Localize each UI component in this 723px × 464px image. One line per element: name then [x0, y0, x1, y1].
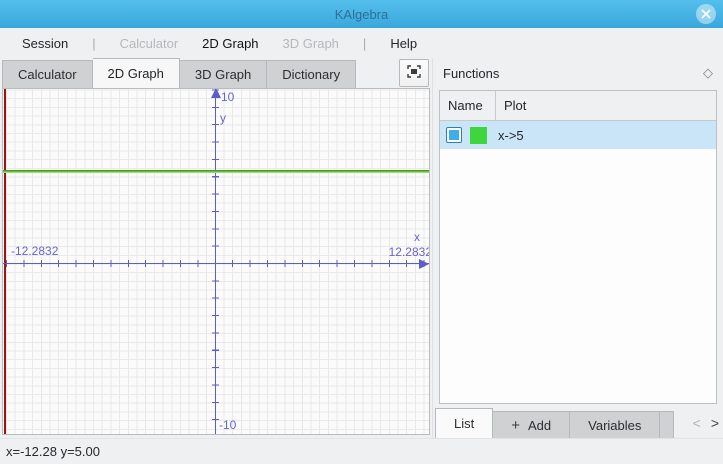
window-title: KAlgebra — [335, 7, 388, 22]
function-expression: x->5 — [498, 128, 524, 143]
functions-panel-header: Functions ◇ — [433, 58, 723, 88]
dock-float-icon[interactable]: ◇ — [703, 65, 713, 81]
menu-help[interactable]: Help — [378, 36, 429, 51]
functions-panel: Functions ◇ Name Plot x->5 List + Add — [432, 58, 723, 438]
graph-pane: Calculator 2D Graph 3D Graph Dictionary — [0, 58, 432, 438]
main-content: Calculator 2D Graph 3D Graph Dictionary — [0, 58, 723, 438]
x-axis-arrow-icon — [419, 259, 429, 269]
y-min-label: -10 — [219, 418, 236, 432]
menu-calculator[interactable]: Calculator — [108, 36, 191, 51]
column-header-plot[interactable]: Plot — [496, 98, 534, 113]
tab-dictionary[interactable]: Dictionary — [267, 60, 356, 88]
fullscreen-icon — [407, 65, 421, 81]
x-axis — [3, 263, 429, 264]
column-header-name[interactable]: Name — [440, 91, 496, 120]
graph-canvas[interactable]: 10 y -10 -12.2832 x 12.2832 — [2, 88, 430, 435]
scroll-right-icon[interactable]: > — [711, 415, 719, 431]
tab-add[interactable]: + Add — [493, 411, 570, 438]
tab-list[interactable]: List — [435, 408, 493, 438]
functions-tab-bar: List + Add Variables < > — [433, 408, 723, 438]
menu-separator: | — [351, 36, 378, 51]
menu-separator: | — [80, 36, 107, 51]
functions-table-header: Name Plot — [440, 91, 716, 121]
y-axis-arrow-icon — [211, 88, 221, 98]
function-color-swatch[interactable] — [470, 127, 487, 144]
menu-3d-graph[interactable]: 3D Graph — [271, 36, 351, 51]
tab-variables[interactable]: Variables — [570, 411, 660, 438]
plotted-function-line — [3, 170, 429, 173]
fullscreen-button[interactable] — [399, 59, 429, 87]
y-max-label: 10 — [221, 90, 234, 104]
kalgebra-window: KAlgebra Session | Calculator 2D Graph 3… — [0, 0, 723, 464]
tab-2d-graph[interactable]: 2D Graph — [93, 58, 180, 88]
cursor-coordinates: x=-12.28 y=5.00 — [6, 444, 100, 459]
x-axis-name-label: x — [414, 230, 420, 244]
function-row[interactable]: x->5 — [440, 121, 716, 149]
tab-calculator[interactable]: Calculator — [2, 60, 93, 88]
x-max-label: 12.2832 — [389, 245, 430, 259]
menu-session[interactable]: Session — [10, 36, 80, 51]
x-min-label: -12.2832 — [11, 244, 58, 258]
functions-panel-title: Functions — [443, 66, 703, 81]
plus-icon: + — [511, 417, 520, 434]
y-axis — [215, 89, 216, 434]
menubar: Session | Calculator 2D Graph 3D Graph |… — [0, 28, 723, 58]
menu-2d-graph[interactable]: 2D Graph — [190, 36, 270, 51]
close-button[interactable] — [696, 4, 716, 24]
statusbar: x=-12.28 y=5.00 — [0, 438, 723, 464]
close-icon — [701, 9, 711, 19]
tab-scrollers: < > — [691, 408, 723, 438]
tab-3d-graph[interactable]: 3D Graph — [180, 60, 267, 88]
function-visibility-checkbox[interactable] — [446, 127, 462, 143]
titlebar[interactable]: KAlgebra — [0, 0, 723, 28]
scroll-left-icon[interactable]: < — [693, 415, 701, 431]
tab-clipped[interactable] — [660, 411, 674, 438]
y-axis-name-label: y — [220, 111, 226, 125]
functions-table: Name Plot x->5 — [439, 90, 717, 404]
main-tab-bar: Calculator 2D Graph 3D Graph Dictionary — [0, 58, 432, 88]
